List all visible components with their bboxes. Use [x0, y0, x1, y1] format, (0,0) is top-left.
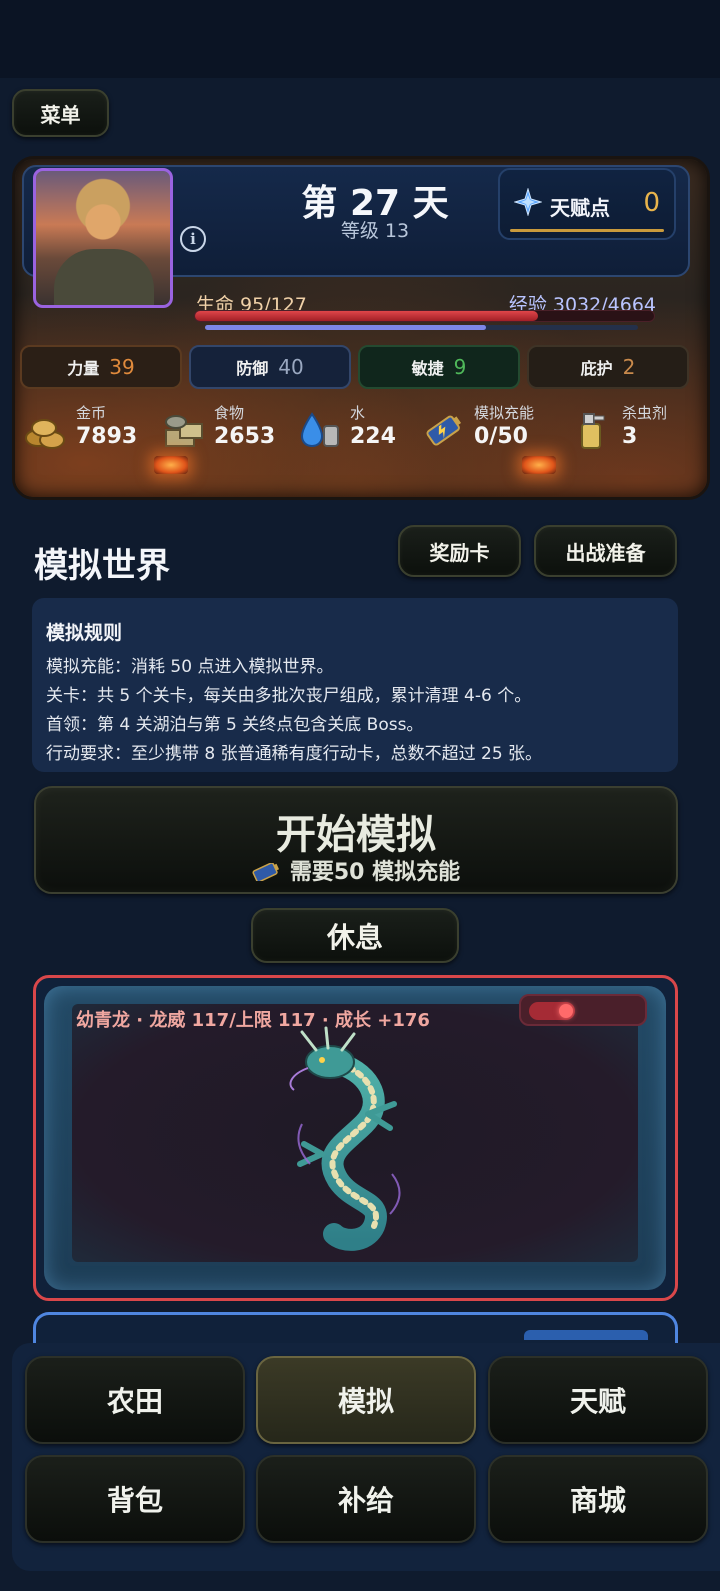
resource-sim-charge: 模拟充能 0/50: [422, 400, 562, 456]
next-pet-card-tab: [524, 1330, 648, 1340]
stat-label: 敏捷: [411, 359, 444, 378]
stat-value: 9: [453, 355, 467, 379]
star-gem-icon: [514, 188, 542, 216]
battery-icon: [426, 415, 462, 446]
nav-simulation[interactable]: 模拟: [256, 1356, 476, 1444]
stat-label: 力量: [67, 359, 100, 378]
talent-value: 0: [643, 188, 660, 218]
reward-card-button[interactable]: 奖励卡: [398, 525, 521, 577]
spray-icon: [581, 413, 605, 449]
stat-value: 2: [622, 355, 636, 379]
resource-value: 224: [350, 424, 396, 449]
talent-underline: [510, 229, 664, 232]
battle-prepare-button[interactable]: 出战准备: [534, 525, 677, 577]
pet-info: 幼青龙 · 龙威 117/上限 117 · 成长 +176: [76, 1010, 430, 1031]
start-simulation-button[interactable]: 开始模拟 需要50 模拟充能: [34, 786, 678, 894]
nav-farm[interactable]: 农田: [25, 1356, 245, 1444]
toggle-track: [529, 1002, 575, 1020]
resource-value: 7893: [76, 424, 138, 449]
stat-value: 40: [278, 355, 304, 379]
dragon-icon: [289, 1026, 401, 1251]
resource-label: 金币: [76, 404, 107, 422]
stat-label: 防御: [236, 359, 269, 378]
talent-label: 天赋点: [550, 196, 610, 220]
food-icon: [165, 415, 203, 447]
rule-line: 行动要求：至少携带 8 张普通稀有度行动卡，总数不超过 25 张。: [46, 744, 543, 764]
exp-bar-fill: [205, 325, 487, 330]
resource-label: 食物: [214, 404, 245, 422]
nav-supply[interactable]: 补给: [256, 1455, 476, 1543]
info-icon[interactable]: i: [180, 226, 206, 252]
stat-value: 39: [109, 355, 135, 379]
rule-line: 首领：第 4 关湖泊与第 5 关终点包含关底 Boss。: [46, 715, 424, 735]
rules-title: 模拟规则: [46, 622, 123, 644]
resource-value: 3: [622, 424, 638, 449]
exp-bar: [205, 325, 638, 330]
pet-portrait-area: [72, 1004, 638, 1262]
nav-backpack[interactable]: 背包: [25, 1455, 245, 1543]
stat-shelter: 庇护 2: [527, 345, 689, 389]
resource-label: 水: [350, 404, 366, 422]
resource-food: 食物 2653: [162, 400, 282, 456]
rule-line: 模拟充能：消耗 50 点进入模拟世界。: [46, 657, 334, 677]
stat-strength: 力量 39: [20, 345, 182, 389]
rest-button[interactable]: 休息: [251, 908, 459, 963]
coins-icon: [25, 419, 65, 449]
rule-line: 关卡：共 5 个关卡，每关由多批次丧尸组成，累计清理 4-6 个。: [46, 686, 532, 706]
water-icon: [300, 412, 339, 448]
resource-label: 杀虫剂: [622, 404, 668, 422]
stat-defense: 防御 40: [189, 345, 351, 389]
hp-bar: [194, 310, 655, 322]
resource-water: 水 224: [298, 400, 408, 456]
stat-agility: 敏捷 9: [358, 345, 520, 389]
resource-label: 模拟充能: [474, 404, 535, 422]
level-label: 等级 13: [340, 220, 410, 242]
start-cost-label: 需要50 模拟充能: [289, 860, 461, 885]
resource-coins: 金币 7893: [24, 400, 144, 456]
resource-value: 0/50: [474, 424, 528, 449]
rules-panel: 模拟规则 模拟充能：消耗 50 点进入模拟世界。 关卡：共 5 个关卡，每关由多…: [32, 598, 678, 772]
hp-bar-fill: [195, 311, 539, 321]
top-status-area: [0, 0, 720, 78]
panel-lamp-right: [522, 456, 556, 474]
avatar[interactable]: [33, 168, 173, 308]
start-simulation-label: 开始模拟: [276, 812, 436, 858]
resource-pesticide: 杀虫剂 3: [570, 400, 680, 456]
panel-lamp-left: [154, 456, 188, 474]
stat-label: 庇护: [580, 359, 613, 378]
toggle-knob: [559, 1004, 573, 1018]
resource-value: 2653: [214, 424, 276, 449]
menu-button[interactable]: 菜单: [12, 89, 109, 137]
battery-icon: [252, 863, 279, 881]
start-cost: 需要50 模拟充能: [36, 854, 676, 886]
nav-shop[interactable]: 商城: [488, 1455, 708, 1543]
nav-talent[interactable]: 天赋: [488, 1356, 708, 1444]
pet-toggle[interactable]: [519, 994, 647, 1026]
talent-points[interactable]: 天赋点 0: [498, 168, 676, 240]
page-title: 模拟世界: [34, 546, 170, 586]
avatar-body: [54, 249, 154, 305]
